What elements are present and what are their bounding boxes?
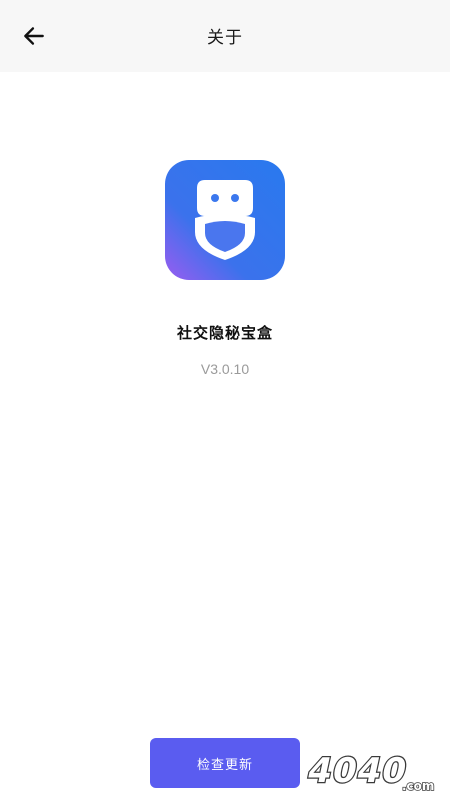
app-name: 社交隐秘宝盒: [176, 324, 273, 342]
watermark-logo: 4040 .com: [303, 750, 435, 794]
watermark-text: 4040: [304, 751, 411, 791]
app-bar: 关于: [0, 0, 450, 72]
check-update-button[interactable]: 检查更新: [150, 738, 300, 788]
shield-chat-icon: [165, 160, 285, 280]
page-title: 关于: [207, 28, 243, 48]
app-icon: [165, 160, 285, 280]
app-version: V3.0.10: [200, 361, 250, 377]
watermark-suffix: .com: [402, 779, 434, 793]
